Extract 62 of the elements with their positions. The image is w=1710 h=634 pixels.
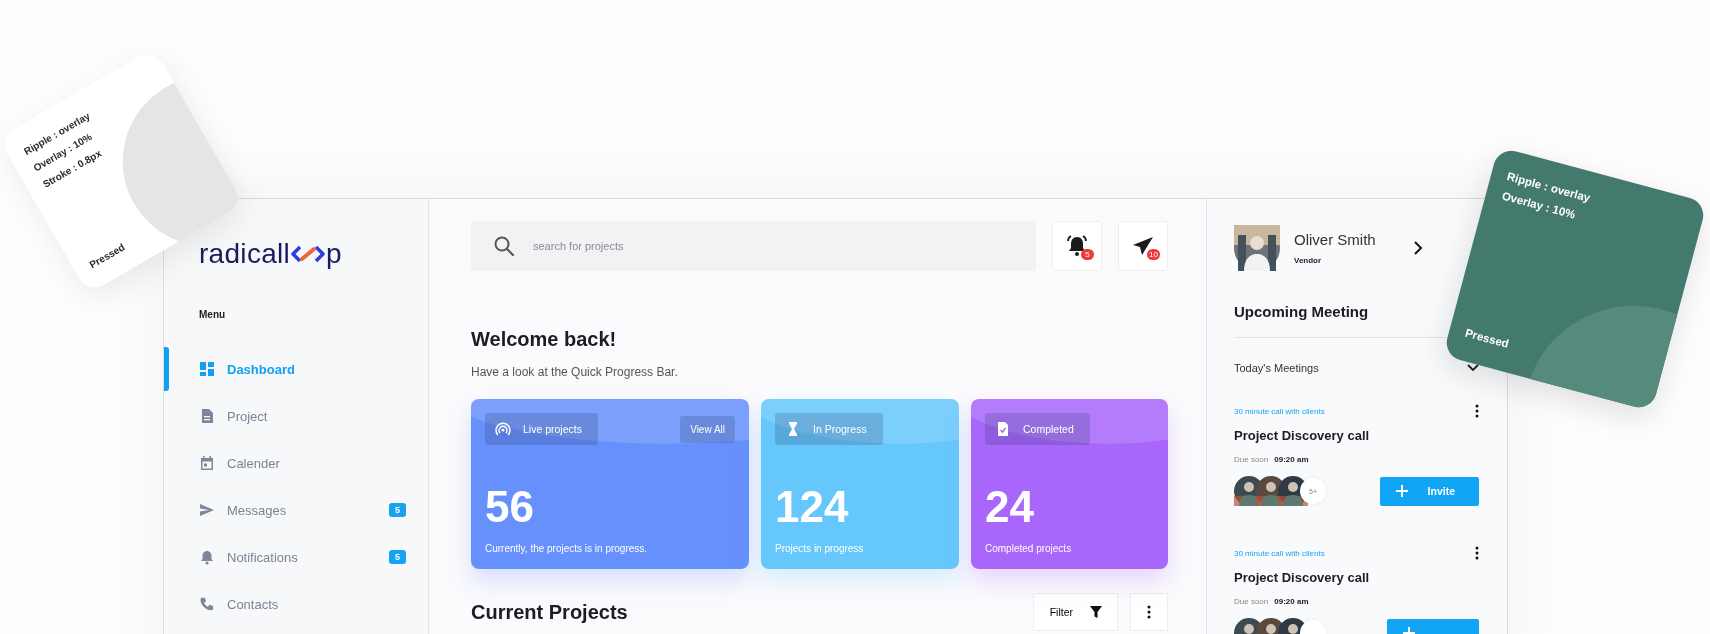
nav-item[interactable]: Project [164, 394, 428, 438]
section-title: Upcoming Meeting [1234, 303, 1370, 320]
document-check-icon [995, 421, 1011, 437]
chevron-down-icon[interactable] [1467, 364, 1479, 372]
logo-text: p [326, 238, 342, 270]
nav-item[interactable]: Contacts [164, 582, 428, 626]
more-icon[interactable] [1475, 404, 1479, 418]
meeting-title: Project Discovery call [1234, 428, 1371, 443]
nav-item[interactable]: Notifications 5 [164, 535, 428, 579]
search-field[interactable]: search for projects [471, 221, 1036, 271]
section-label: Today's Meetings [1234, 362, 1319, 374]
due-label: Due soon [1234, 597, 1269, 606]
search-icon [493, 235, 515, 257]
due-label: Due soon [1234, 455, 1269, 464]
stat-value: 24 [985, 485, 1035, 529]
send-icon [199, 502, 215, 518]
notifications-button[interactable]: 5 [1052, 221, 1102, 271]
document-icon [199, 408, 215, 424]
bell-icon [199, 549, 215, 565]
state-label: Pressed [1463, 326, 1511, 350]
filter-icon [1089, 605, 1103, 619]
chevron-right-icon[interactable] [1413, 240, 1423, 256]
meeting-caption: 30 minute call with clients [1234, 406, 1325, 416]
stat-caption: Completed projects [985, 543, 1073, 554]
nav-item[interactable]: Dashboard [164, 347, 428, 391]
nav-item[interactable]: Calender [164, 441, 428, 485]
section-title: Current Projects [471, 600, 629, 624]
user-name: Oliver Smith [1294, 231, 1377, 248]
stat-value: 56 [485, 485, 535, 529]
invite-button[interactable]: Invite [1379, 476, 1479, 506]
due-time: 09:20 am [1274, 597, 1309, 606]
meeting-title: Project Discovery call [1234, 570, 1371, 585]
stat-caption: Currently, the projects is in progress. [485, 543, 649, 554]
status-chip: Completed [985, 413, 1090, 445]
messages-button[interactable]: 10 [1118, 221, 1168, 271]
filter-button[interactable]: Filter [1032, 593, 1118, 631]
welcome-subtitle: Have a look at the Quick Progress Bar. [471, 365, 679, 379]
signal-icon [495, 421, 511, 437]
phone-icon [199, 596, 215, 612]
loop-icon [291, 244, 326, 264]
stat-value: 124 [775, 485, 850, 529]
status-chip: In Progress [775, 413, 883, 445]
view-all-button[interactable]: View All [680, 415, 735, 443]
meeting-caption: 30 minute call with clients [1234, 548, 1325, 558]
count-badge: 5 [389, 550, 406, 564]
status-chip: Live projects [485, 413, 598, 445]
bell-icon [1065, 234, 1089, 258]
nav-item[interactable]: Messages 5 [164, 488, 428, 532]
more-icon [1147, 605, 1151, 619]
plus-icon [1395, 485, 1408, 497]
welcome-title: Welcome back! [471, 328, 618, 351]
due-time: 09:20 am [1274, 455, 1309, 464]
count-badge: 10 [1147, 249, 1160, 260]
count-badge: 5 [389, 503, 406, 517]
logo-text: radicall [199, 238, 291, 270]
more-icon[interactable] [1475, 546, 1479, 560]
calendar-icon [199, 455, 215, 471]
count-badge: 5 [1081, 249, 1094, 260]
grid-icon [199, 361, 215, 377]
menu-label: Menu [198, 309, 227, 320]
stat-caption: Projects in progress [775, 543, 865, 554]
user-role: Vendor [1294, 256, 1323, 265]
